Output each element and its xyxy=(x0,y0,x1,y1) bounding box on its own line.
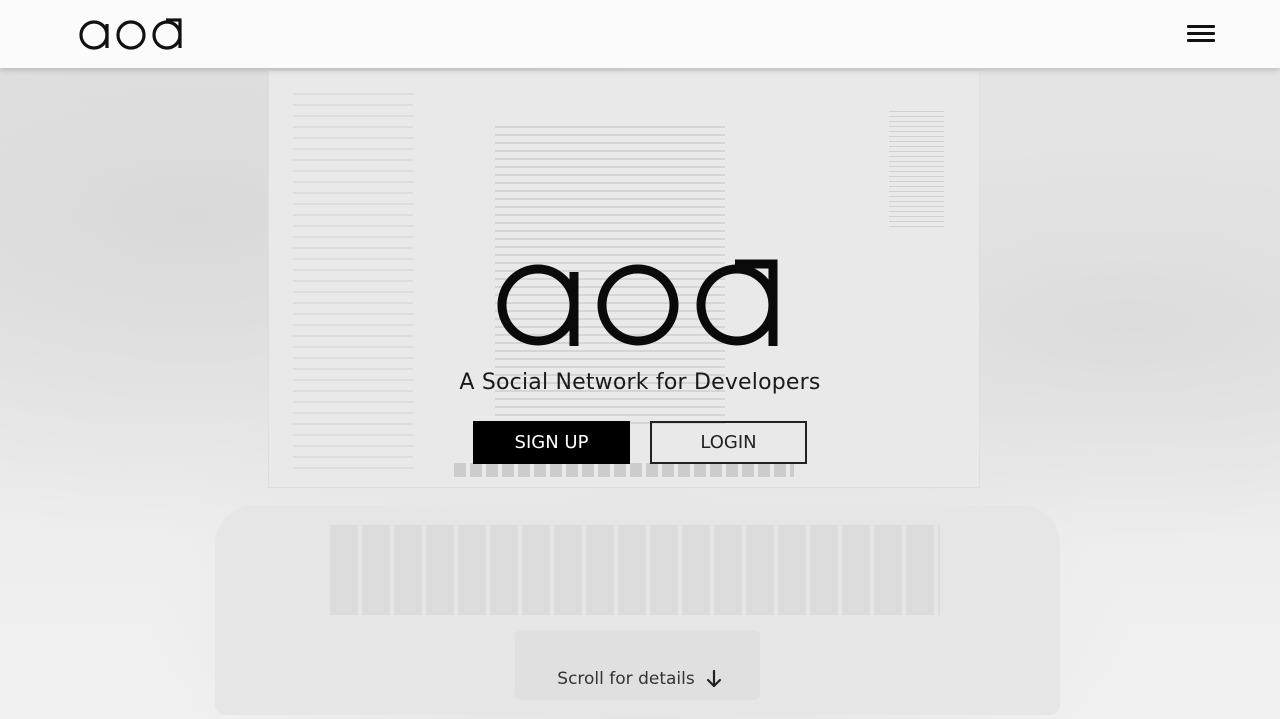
laptop-trackpad-image xyxy=(515,630,760,700)
hamburger-menu-icon xyxy=(1187,32,1215,35)
login-button[interactable]: LOGIN xyxy=(650,421,807,464)
editor-minimap-image xyxy=(889,111,944,231)
signup-button[interactable]: SIGN UP xyxy=(473,421,630,464)
hero-section: A Social Network for Developers SIGN UP … xyxy=(0,258,1280,464)
aod-logo-icon xyxy=(79,18,182,50)
arrow-down-icon xyxy=(706,669,721,688)
navbar-logo[interactable] xyxy=(78,16,184,57)
aod-hero-logo-icon xyxy=(497,259,778,346)
auth-buttons: SIGN UP LOGIN xyxy=(0,421,1280,464)
scroll-for-details-link[interactable]: Scroll for details xyxy=(0,669,1280,689)
top-navbar xyxy=(0,0,1280,68)
scroll-for-details-text: Scroll for details xyxy=(557,669,695,689)
hamburger-menu-icon xyxy=(1187,39,1215,42)
dock-image xyxy=(454,463,794,477)
laptop-keyboard-image xyxy=(330,525,940,615)
landing-page: A Social Network for Developers SIGN UP … xyxy=(0,0,1280,719)
hamburger-menu-icon xyxy=(1187,25,1215,28)
hamburger-menu-button[interactable] xyxy=(1182,20,1218,48)
tagline: A Social Network for Developers xyxy=(459,370,821,395)
